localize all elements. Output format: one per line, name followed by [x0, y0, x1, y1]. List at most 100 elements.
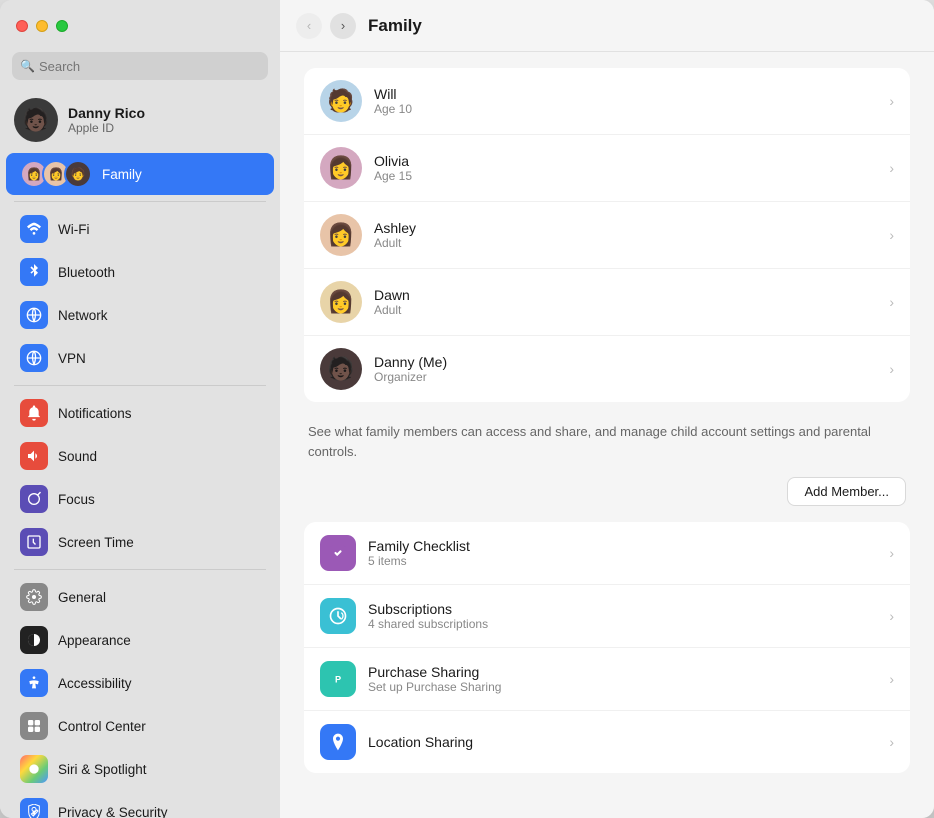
member-role-will: Age 10: [374, 102, 877, 116]
subscriptions-icon: [320, 598, 356, 634]
sidebar-label-appearance: Appearance: [58, 633, 131, 648]
member-role-dawn: Adult: [374, 303, 877, 317]
member-name-will: Will: [374, 86, 877, 102]
main-content-area: ‹ › Family 🧑 Will Age 10 › 👩: [280, 0, 934, 818]
member-row-will[interactable]: 🧑 Will Age 10 ›: [304, 68, 910, 135]
sidebar-item-notifications[interactable]: Notifications: [6, 392, 274, 434]
member-name-dawn: Dawn: [374, 287, 877, 303]
search-icon: 🔍: [20, 59, 35, 73]
family-description: See what family members can access and s…: [304, 410, 910, 469]
sidebar-label-wifi: Wi-Fi: [58, 222, 89, 237]
siri-icon: [20, 755, 48, 783]
feature-sub-checklist: 5 items: [368, 554, 877, 568]
member-avatar-olivia: 👩: [320, 147, 362, 189]
sidebar-scroll: 🧑🏿 Danny Rico Apple ID 👩 👩 🧑 Family: [0, 88, 280, 818]
sidebar-item-siri[interactable]: Siri & Spotlight: [6, 748, 274, 790]
member-name-danny: Danny (Me): [374, 354, 877, 370]
sidebar-item-wifi[interactable]: Wi-Fi: [6, 208, 274, 250]
sidebar-label-focus: Focus: [58, 492, 95, 507]
search-input[interactable]: [39, 59, 260, 74]
member-row-olivia[interactable]: 👩 Olivia Age 15 ›: [304, 135, 910, 202]
accessibility-icon: [20, 669, 48, 697]
sidebar-label-controlcenter: Control Center: [58, 719, 146, 734]
main-scroll-area: 🧑 Will Age 10 › 👩 Olivia Age 15 ›: [280, 52, 934, 818]
checklist-icon: [320, 535, 356, 571]
sidebar-item-sound[interactable]: Sound: [6, 435, 274, 477]
feature-row-location[interactable]: Location Sharing ›: [304, 711, 910, 773]
minimize-button[interactable]: [36, 20, 48, 32]
feature-name-location: Location Sharing: [368, 734, 877, 750]
sidebar-item-vpn[interactable]: VPN: [6, 337, 274, 379]
member-role-danny: Organizer: [374, 370, 877, 384]
sidebar-item-family[interactable]: 👩 👩 🧑 Family: [6, 153, 274, 195]
sidebar-item-screentime[interactable]: Screen Time: [6, 521, 274, 563]
sidebar-label-bluetooth: Bluetooth: [58, 265, 115, 280]
sidebar-item-accessibility[interactable]: Accessibility: [6, 662, 274, 704]
wifi-icon: [20, 215, 48, 243]
forward-button[interactable]: ›: [330, 13, 356, 39]
main-titlebar: ‹ › Family: [280, 0, 934, 52]
sidebar-item-appearance[interactable]: Appearance: [6, 619, 274, 661]
add-member-row: Add Member...: [304, 469, 910, 522]
member-avatar-danny: 🧑🏿: [320, 348, 362, 390]
titlebar: [0, 0, 280, 52]
chevron-icon: ›: [889, 608, 894, 624]
feature-row-checklist[interactable]: Family Checklist 5 items ›: [304, 522, 910, 585]
sidebar-item-label: Family: [102, 167, 142, 182]
chevron-icon: ›: [889, 227, 894, 243]
feature-row-purchase[interactable]: P Purchase Sharing Set up Purchase Shari…: [304, 648, 910, 711]
feature-name-subscriptions: Subscriptions: [368, 601, 877, 617]
feature-sub-subscriptions: 4 shared subscriptions: [368, 617, 877, 631]
sidebar-divider-2: [14, 385, 266, 386]
member-name-olivia: Olivia: [374, 153, 877, 169]
member-row-ashley[interactable]: 👩 Ashley Adult ›: [304, 202, 910, 269]
focus-icon: [20, 485, 48, 513]
sidebar-divider-1: [14, 201, 266, 202]
controlcenter-icon: [20, 712, 48, 740]
sidebar-label-screentime: Screen Time: [58, 535, 134, 550]
sidebar-item-focus[interactable]: Focus: [6, 478, 274, 520]
member-row-dawn[interactable]: 👩 Dawn Adult ›: [304, 269, 910, 336]
feature-name-checklist: Family Checklist: [368, 538, 877, 554]
purchase-icon: P: [320, 661, 356, 697]
sidebar-label-network: Network: [58, 308, 108, 323]
sidebar: 🔍 🧑🏿 Danny Rico Apple ID 👩 👩 🧑 Family: [0, 0, 280, 818]
search-bar[interactable]: 🔍: [12, 52, 268, 80]
feature-name-purchase: Purchase Sharing: [368, 664, 877, 680]
chevron-icon: ›: [889, 734, 894, 750]
chevron-icon: ›: [889, 160, 894, 176]
sidebar-item-network[interactable]: Network: [6, 294, 274, 336]
chevron-icon: ›: [889, 361, 894, 377]
close-button[interactable]: [16, 20, 28, 32]
sidebar-item-controlcenter[interactable]: Control Center: [6, 705, 274, 747]
sidebar-item-privacy[interactable]: Privacy & Security: [6, 791, 274, 818]
feature-sub-purchase: Set up Purchase Sharing: [368, 680, 877, 694]
feature-row-subscriptions[interactable]: Subscriptions 4 shared subscriptions ›: [304, 585, 910, 648]
member-role-olivia: Age 15: [374, 169, 877, 183]
chevron-icon: ›: [889, 294, 894, 310]
member-avatar-ashley: 👩: [320, 214, 362, 256]
features-card: Family Checklist 5 items › Subscriptions…: [304, 522, 910, 773]
back-button[interactable]: ‹: [296, 13, 322, 39]
chevron-icon: ›: [889, 671, 894, 687]
member-row-danny[interactable]: 🧑🏿 Danny (Me) Organizer ›: [304, 336, 910, 402]
avatar: 🧑🏿: [14, 98, 58, 142]
sidebar-label-notifications: Notifications: [58, 406, 132, 421]
add-member-button[interactable]: Add Member...: [787, 477, 906, 506]
sidebar-item-bluetooth[interactable]: Bluetooth: [6, 251, 274, 293]
sidebar-divider-3: [14, 569, 266, 570]
system-settings-window: 🔍 🧑🏿 Danny Rico Apple ID 👩 👩 🧑 Family: [0, 0, 934, 818]
privacy-icon: [20, 798, 48, 818]
notifications-icon: [20, 399, 48, 427]
page-title: Family: [368, 16, 422, 36]
sidebar-label-general: General: [58, 590, 106, 605]
maximize-button[interactable]: [56, 20, 68, 32]
network-icon: [20, 301, 48, 329]
svg-text:P: P: [335, 674, 341, 684]
vpn-icon: [20, 344, 48, 372]
screentime-icon: [20, 528, 48, 556]
chevron-icon: ›: [889, 93, 894, 109]
user-account-item[interactable]: 🧑🏿 Danny Rico Apple ID: [0, 88, 280, 152]
sidebar-item-general[interactable]: General: [6, 576, 274, 618]
member-role-ashley: Adult: [374, 236, 877, 250]
